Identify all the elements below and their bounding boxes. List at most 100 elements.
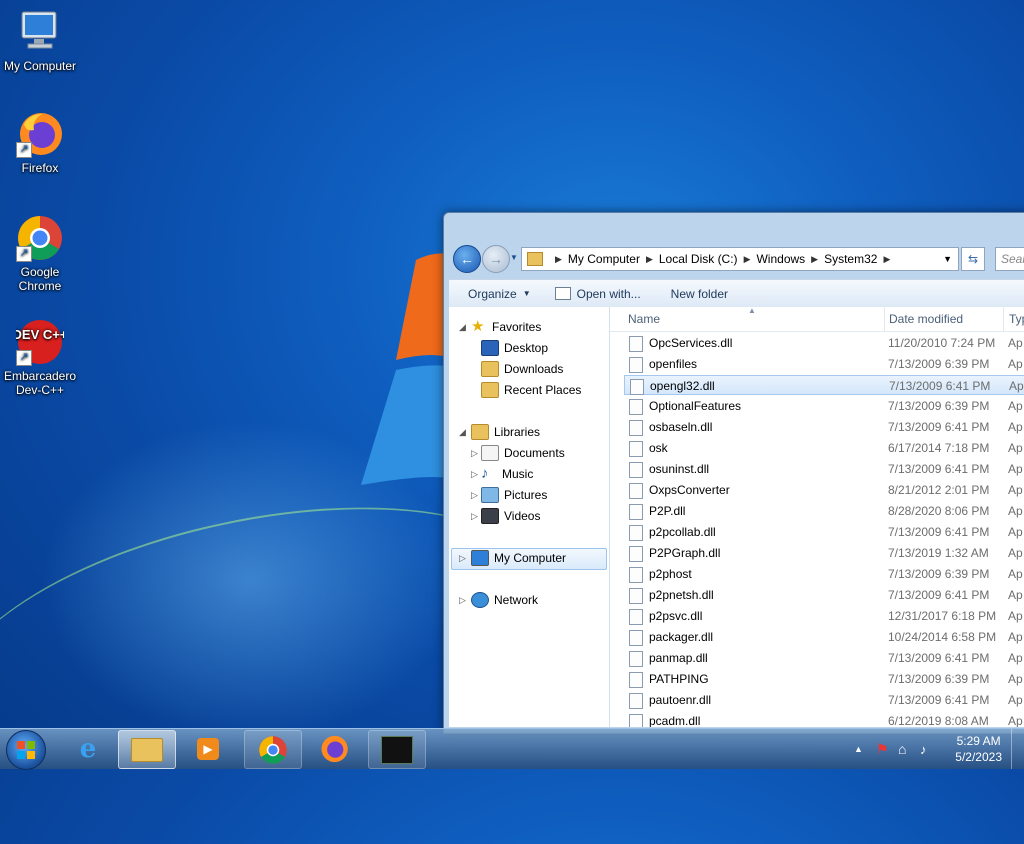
breadcrumb-my-computer[interactable]: My Computer — [568, 252, 640, 266]
file-type: Ap — [1008, 609, 1023, 623]
file-row[interactable]: osuninst.dll 7/13/2009 6:41 PM Ap — [624, 459, 1024, 479]
file-name: P2P.dll — [649, 504, 686, 518]
column-date-modified[interactable]: Date modified — [889, 312, 963, 326]
file-type: Ap — [1008, 672, 1023, 686]
file-type: Ap — [1008, 420, 1023, 434]
file-row[interactable]: OxpsConverter 8/21/2012 2:01 PM Ap — [624, 480, 1024, 500]
firefox-icon: ↗ — [16, 110, 64, 158]
file-name: pautoenr.dll — [649, 693, 712, 707]
file-name: P2PGraph.dll — [649, 546, 721, 560]
show-desktop-button[interactable] — [1011, 729, 1024, 769]
breadcrumb-system32[interactable]: System32 — [824, 252, 877, 266]
taskbar-explorer[interactable] — [118, 730, 176, 769]
nav-favorites[interactable]: ★ Favorites — [471, 317, 541, 337]
taskbar-terminal[interactable] — [368, 730, 426, 769]
file-icon — [629, 630, 643, 646]
organize-button[interactable]: Organize ▼ — [468, 287, 531, 301]
expand-triangle-icon[interactable]: ◢ — [459, 322, 466, 333]
file-row[interactable]: osbaseln.dll 7/13/2009 6:41 PM Ap — [624, 417, 1024, 437]
collapsed-triangle-icon[interactable]: ▷ — [459, 595, 466, 606]
refresh-button[interactable]: ⇆ — [961, 247, 985, 271]
file-type: Ap — [1008, 588, 1023, 602]
folder-icon — [131, 737, 163, 762]
volume-icon[interactable]: ♪ — [920, 742, 927, 757]
chevron-right-icon[interactable]: ▶ — [555, 254, 562, 265]
file-name: PATHPING — [649, 672, 709, 686]
chevron-right-icon[interactable]: ▶ — [883, 254, 890, 265]
search-input[interactable]: Sear — [995, 247, 1024, 271]
column-divider[interactable] — [884, 307, 885, 331]
file-icon — [629, 714, 643, 727]
address-dropdown-icon[interactable]: ▼ — [943, 254, 952, 264]
nav-recent-places[interactable]: Recent Places — [481, 380, 581, 400]
file-row[interactable]: pcadm.dll 6/12/2019 8:08 AM Ap — [624, 711, 1024, 727]
nav-videos[interactable]: Videos — [481, 506, 540, 526]
desktop-icon-devcpp[interactable]: DEV C++ ↗ Embarcadero Dev-C++ — [0, 318, 80, 397]
folder-icon — [527, 252, 543, 266]
collapsed-triangle-icon[interactable]: ▷ — [471, 490, 478, 501]
nav-network[interactable]: Network — [471, 590, 538, 610]
column-type[interactable]: Typ — [1009, 312, 1024, 326]
nav-label: Music — [502, 467, 534, 481]
new-folder-button[interactable]: New folder — [671, 287, 728, 301]
file-date: 7/13/2009 6:39 PM — [888, 357, 990, 371]
column-divider[interactable] — [1003, 307, 1004, 331]
nav-libraries[interactable]: Libraries — [471, 422, 540, 442]
expand-triangle-icon[interactable]: ◢ — [459, 427, 466, 438]
taskbar-ie[interactable]: e — [60, 730, 116, 767]
file-row[interactable]: pautoenr.dll 7/13/2009 6:41 PM Ap — [624, 690, 1024, 710]
nav-downloads[interactable]: Downloads — [481, 359, 563, 379]
taskbar-firefox[interactable] — [306, 730, 362, 767]
file-row[interactable]: p2psvc.dll 12/31/2017 6:18 PM Ap — [624, 606, 1024, 626]
action-center-flag-icon[interactable]: ⚑ — [876, 741, 889, 758]
collapsed-triangle-icon[interactable]: ▷ — [471, 511, 478, 522]
show-hidden-icons-icon[interactable]: ▲ — [854, 744, 863, 754]
breadcrumb-local-disk[interactable]: Local Disk (C:) — [659, 252, 738, 266]
file-row[interactable]: P2PGraph.dll 7/13/2019 1:32 AM Ap — [624, 543, 1024, 563]
nav-music[interactable]: ♪ Music — [481, 464, 533, 484]
chevron-right-icon[interactable]: ▶ — [811, 254, 818, 265]
nav-my-computer[interactable]: My Computer — [471, 548, 566, 568]
forward-button[interactable]: → — [482, 245, 510, 273]
desktop-icon-chrome[interactable]: ↗ Google Chrome — [0, 214, 80, 293]
file-row[interactable]: p2pcollab.dll 7/13/2009 6:41 PM Ap — [624, 522, 1024, 542]
column-name[interactable]: Name — [628, 312, 660, 326]
history-dropdown-icon[interactable]: ▼ — [510, 253, 518, 262]
file-type: Ap — [1008, 336, 1023, 350]
nav-desktop[interactable]: Desktop — [481, 338, 548, 358]
clock[interactable]: 5:29 AM 5/2/2023 — [955, 733, 1002, 765]
file-row[interactable]: PATHPING 7/13/2009 6:39 PM Ap — [624, 669, 1024, 689]
file-row[interactable]: packager.dll 10/24/2014 6:58 PM Ap — [624, 627, 1024, 647]
nav-pictures[interactable]: Pictures — [481, 485, 547, 505]
file-row[interactable]: openfiles 7/13/2009 6:39 PM Ap — [624, 354, 1024, 374]
open-with-button[interactable]: Open with... — [554, 287, 641, 301]
file-row[interactable]: opengl32.dll 7/13/2009 6:41 PM Ap — [624, 375, 1024, 395]
nav-label: Libraries — [494, 425, 541, 439]
taskbar-media-player[interactable]: ▶ — [180, 730, 236, 767]
devcpp-logo-text: DEV C++ — [16, 327, 64, 342]
back-button[interactable]: ← — [453, 245, 481, 273]
chevron-right-icon[interactable]: ▶ — [646, 254, 653, 265]
file-row[interactable]: OpcServices.dll 11/20/2010 7:24 PM Ap — [624, 333, 1024, 353]
file-row[interactable]: panmap.dll 7/13/2009 6:41 PM Ap — [624, 648, 1024, 668]
breadcrumb-windows[interactable]: Windows — [756, 252, 805, 266]
taskbar-chrome[interactable] — [244, 730, 302, 769]
file-row[interactable]: P2P.dll 8/28/2020 8:06 PM Ap — [624, 501, 1024, 521]
address-bar[interactable]: ▶ My Computer ▶ Local Disk (C:) ▶ Window… — [521, 247, 959, 271]
network-tray-icon[interactable]: ⌂ — [898, 741, 906, 757]
star-icon: ★ — [471, 318, 485, 335]
windows-flag-icon — [17, 741, 35, 759]
chevron-right-icon[interactable]: ▶ — [744, 254, 751, 265]
nav-label: Downloads — [504, 362, 564, 376]
collapsed-triangle-icon[interactable]: ▷ — [459, 553, 466, 564]
file-row[interactable]: OptionalFeatures 7/13/2009 6:39 PM Ap — [624, 396, 1024, 416]
file-row[interactable]: p2pnetsh.dll 7/13/2009 6:41 PM Ap — [624, 585, 1024, 605]
start-button[interactable] — [6, 730, 46, 770]
desktop-icon-my-computer[interactable]: My Computer — [0, 8, 80, 73]
desktop-icon-firefox[interactable]: ↗ Firefox — [0, 110, 80, 175]
file-row[interactable]: osk 6/17/2014 7:18 PM Ap — [624, 438, 1024, 458]
collapsed-triangle-icon[interactable]: ▷ — [471, 469, 478, 480]
nav-documents[interactable]: Documents — [481, 443, 565, 463]
collapsed-triangle-icon[interactable]: ▷ — [471, 448, 478, 459]
file-row[interactable]: p2phost 7/13/2009 6:39 PM Ap — [624, 564, 1024, 584]
